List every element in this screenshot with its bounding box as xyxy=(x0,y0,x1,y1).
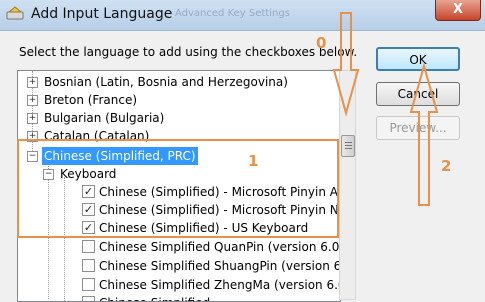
annotation-arrow-down-icon xyxy=(332,12,360,117)
checkbox[interactable] xyxy=(82,296,95,301)
annotation-arrows xyxy=(332,12,439,206)
annotation-arrow-up-icon xyxy=(409,62,439,206)
